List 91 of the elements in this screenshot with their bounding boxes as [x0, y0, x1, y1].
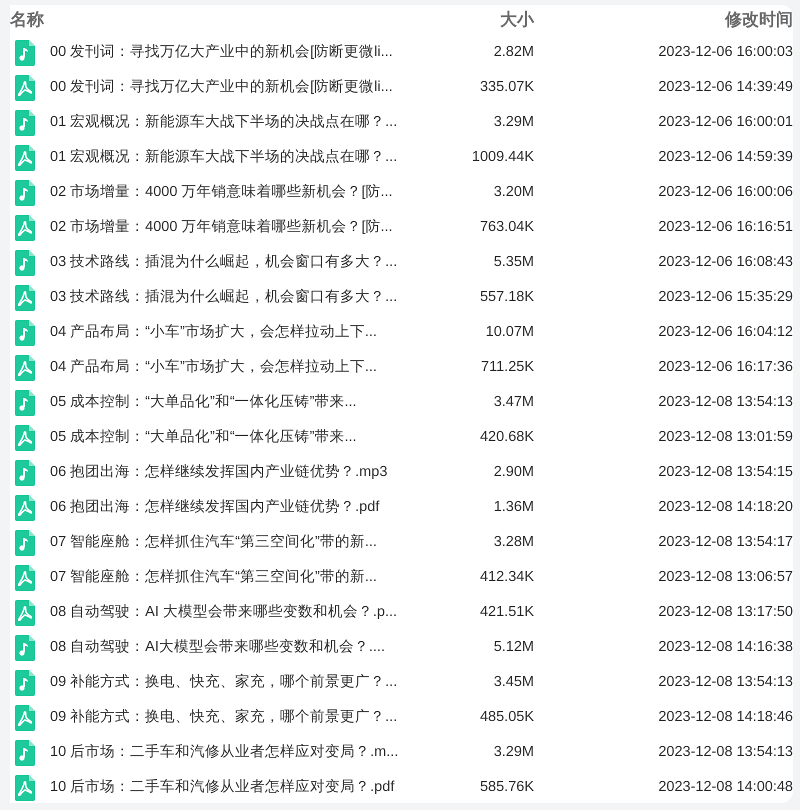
pdf-file-icon: [14, 774, 36, 800]
modified-time: 2023-12-08 13:54:15: [658, 462, 793, 482]
music-file-icon: [14, 670, 36, 696]
file-size: 3.47M: [494, 392, 534, 412]
pdf-file-icon: [14, 600, 36, 626]
file-size: 412.34K: [480, 568, 534, 587]
file-name[interactable]: 09 补能方式：换电、快充、家充，哪个前景更广？...: [50, 706, 398, 728]
file-name[interactable]: 04 产品布局：“小车”市场扩大，会怎样拉动上下...: [50, 356, 377, 378]
file-size: 3.29M: [494, 112, 534, 132]
pdf-file-icon: [14, 74, 36, 100]
file-size: 3.20M: [494, 182, 534, 202]
file-name[interactable]: 00 发刊词：寻找万亿大产业中的新机会[防断更微li...: [50, 42, 393, 64]
file-name[interactable]: 06 抱团出海：怎样继续发挥国内产业链优势？.pdf: [50, 496, 380, 518]
file-name[interactable]: 10 后市场：二手车和汽修从业者怎样应对变局？.pdf: [50, 776, 394, 798]
file-size: 557.18K: [480, 288, 534, 307]
file-size: 3.29M: [494, 742, 534, 762]
pdf-file-icon: [14, 284, 36, 310]
file-size: 2.90M: [494, 462, 534, 482]
pdf-file-icon: [14, 424, 36, 450]
file-name[interactable]: 06 抱团出海：怎样继续发挥国内产业链优势？.mp3: [50, 462, 388, 484]
music-file-icon: [14, 634, 36, 660]
file-size: 585.76K: [480, 778, 534, 797]
modified-time: 2023-12-08 13:17:50: [658, 602, 793, 622]
file-name[interactable]: 02 市场增量：4000 万年销意味着哪些新机会？[防...: [50, 216, 393, 238]
music-file-icon: [14, 250, 36, 276]
file-size: 763.04K: [480, 218, 534, 237]
file-size: 3.28M: [494, 532, 534, 552]
modified-time: 2023-12-08 13:54:13: [658, 672, 793, 692]
file-size: 10.07M: [486, 322, 534, 342]
file-name[interactable]: 02 市场增量：4000 万年销意味着哪些新机会？[防...: [50, 182, 393, 204]
file-size: 1.36M: [494, 498, 534, 517]
file-name[interactable]: 03 技术路线：插混为什么崛起，机会窗口有多大？...: [50, 286, 398, 308]
music-file-icon: [14, 110, 36, 136]
modified-time: 2023-12-06 14:39:49: [658, 78, 793, 97]
pdf-file-icon: [14, 144, 36, 170]
file-name[interactable]: 01 宏观概况：新能源车大战下半场的决战点在哪？...: [50, 146, 398, 168]
music-file-icon: [14, 460, 36, 486]
file-name[interactable]: 00 发刊词：寻找万亿大产业中的新机会[防断更微li...: [50, 76, 393, 98]
file-name[interactable]: 05 成本控制：“大单品化”和“一体化压铸”带来...: [50, 392, 357, 414]
modified-time: 2023-12-06 15:35:29: [658, 288, 793, 307]
modified-time: 2023-12-06 14:59:39: [658, 148, 793, 167]
music-file-icon: [14, 390, 36, 416]
file-size: 711.25K: [481, 358, 534, 377]
modified-time: 2023-12-06 16:17:36: [658, 358, 793, 377]
file-size: 1009.44K: [472, 148, 534, 167]
modified-time: 2023-12-06 16:00:06: [658, 182, 793, 202]
file-size: 3.45M: [494, 672, 534, 692]
file-name[interactable]: 04 产品布局：“小车”市场扩大，会怎样拉动上下...: [50, 322, 377, 344]
modified-time: 2023-12-06 16:04:12: [658, 322, 793, 342]
modified-time: 2023-12-08 13:54:13: [658, 742, 793, 762]
music-file-icon: [14, 180, 36, 206]
modified-time: 2023-12-08 14:16:38: [658, 638, 793, 657]
file-name[interactable]: 01 宏观概况：新能源车大战下半场的决战点在哪？...: [50, 112, 398, 134]
music-file-icon: [14, 740, 36, 766]
modified-time: 2023-12-08 13:01:59: [658, 428, 793, 447]
file-name[interactable]: 07 智能座舱：怎样抓住汽车“第三空间化”带的新...: [50, 566, 377, 588]
modified-time: 2023-12-06 16:00:01: [658, 112, 793, 132]
column-header[interactable]: 大小: [500, 7, 534, 33]
pdf-file-icon: [14, 704, 36, 730]
file-size: 485.05K: [480, 708, 534, 727]
pdf-file-icon: [14, 494, 36, 520]
modified-time: 2023-12-08 13:54:17: [658, 532, 793, 552]
file-name[interactable]: 05 成本控制：“大单品化”和“一体化压铸”带来...: [50, 426, 357, 448]
column-header[interactable]: 名称: [10, 7, 44, 33]
file-name[interactable]: 09 补能方式：换电、快充、家充，哪个前景更广？...: [50, 672, 398, 694]
modified-time: 2023-12-08 13:06:57: [658, 568, 793, 587]
file-name[interactable]: 08 自动驾驶：AI大模型会带来哪些变数和机会？....: [50, 636, 385, 658]
file-size: 420.68K: [480, 428, 534, 447]
modified-time: 2023-12-06 16:16:51: [658, 218, 793, 237]
modified-time: 2023-12-08 14:00:48: [658, 778, 793, 797]
music-file-icon: [14, 40, 36, 66]
file-size: 335.07K: [480, 78, 534, 97]
file-name[interactable]: 03 技术路线：插混为什么崛起，机会窗口有多大？...: [50, 252, 398, 274]
file-size: 2.82M: [494, 42, 534, 62]
modified-time: 2023-12-08 14:18:46: [658, 708, 793, 727]
file-name[interactable]: 10 后市场：二手车和汽修从业者怎样应对变局？.m...: [50, 742, 398, 764]
file-size: 5.12M: [494, 638, 534, 657]
column-header[interactable]: 修改时间: [725, 7, 793, 33]
modified-time: 2023-12-06 16:08:43: [658, 252, 793, 272]
pdf-file-icon: [14, 354, 36, 380]
music-file-icon: [14, 320, 36, 346]
file-size: 421.51K: [480, 602, 534, 622]
modified-time: 2023-12-08 13:54:13: [658, 392, 793, 412]
pdf-file-icon: [14, 564, 36, 590]
file-size: 5.35M: [494, 252, 534, 272]
modified-time: 2023-12-06 16:00:03: [658, 42, 793, 62]
music-file-icon: [14, 530, 36, 556]
file-name[interactable]: 07 智能座舱：怎样抓住汽车“第三空间化”带的新...: [50, 532, 377, 554]
file-name[interactable]: 08 自动驾驶：AI 大模型会带来哪些变数和机会？.p...: [50, 602, 398, 624]
modified-time: 2023-12-08 14:18:20: [658, 498, 793, 517]
pdf-file-icon: [14, 214, 36, 240]
